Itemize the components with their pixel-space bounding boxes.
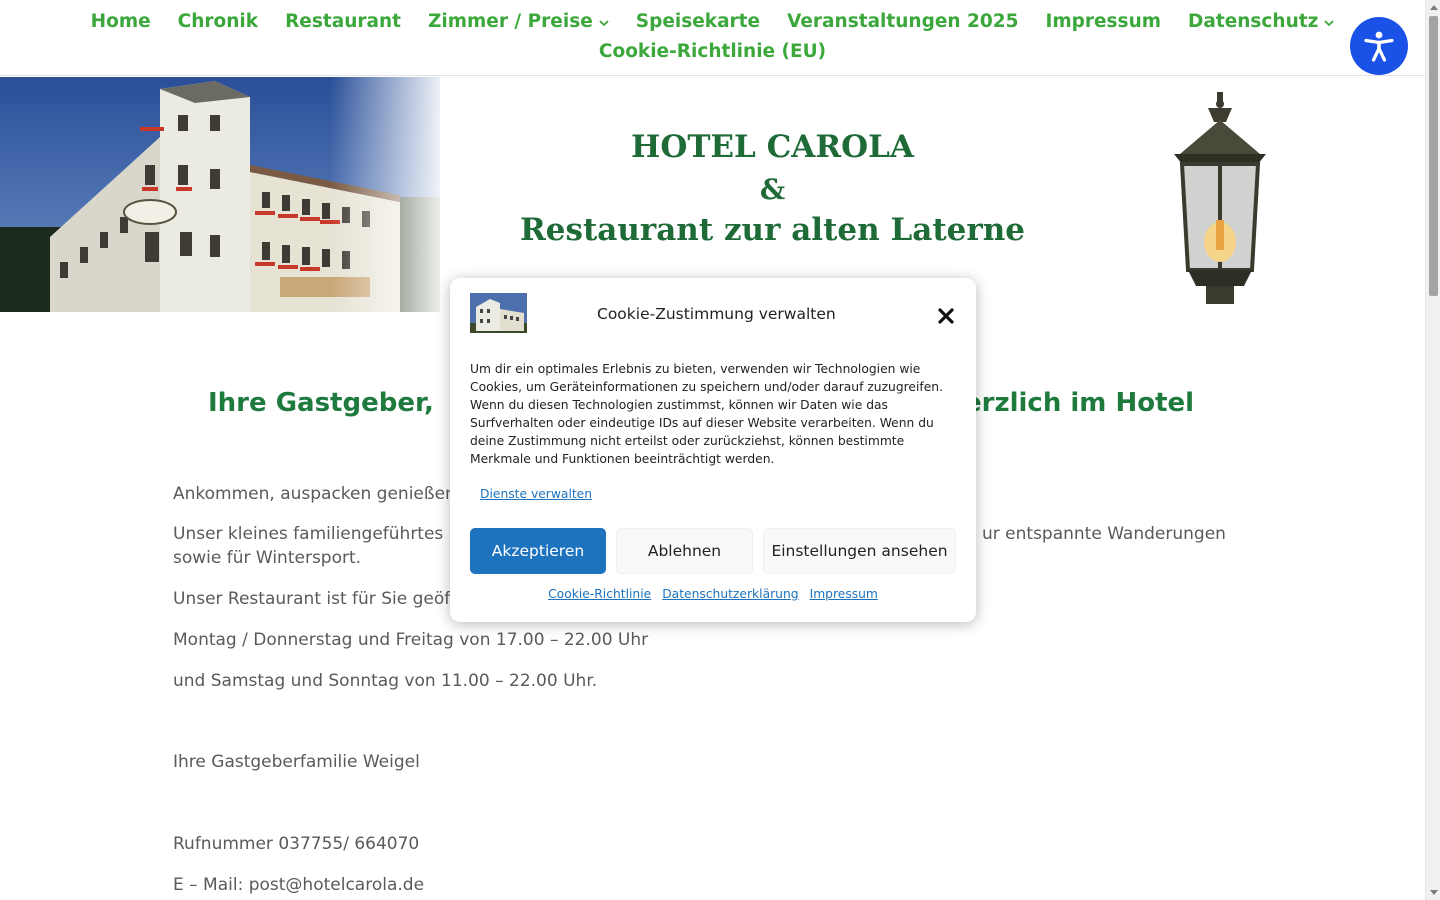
- scroll-up-arrow-icon[interactable]: [1430, 5, 1438, 10]
- imprint-link[interactable]: Impressum: [810, 587, 878, 601]
- nav-item-zimmer-preise-label: Zimmer / Preise: [428, 11, 593, 32]
- main-navigation: Home Chronik Restaurant Zimmer / Preise …: [0, 0, 1425, 76]
- nav-item-chronik[interactable]: Chronik: [178, 10, 258, 34]
- description-left: Unser kleines familiengeführtes: [173, 524, 444, 544]
- page-scrollbar[interactable]: [1425, 0, 1440, 900]
- scroll-down-arrow-icon[interactable]: [1430, 890, 1438, 895]
- nav-item-datenschutz[interactable]: Datenschutz: [1188, 10, 1334, 34]
- page-heading-left: Ihre Gastgeber,: [208, 388, 434, 418]
- manage-services-link[interactable]: Dienste verwalten: [480, 487, 592, 501]
- modal-description: Um dir ein optimales Erlebnis zu bieten,…: [470, 362, 943, 466]
- page-heading-right: erzlich im Hotel: [964, 388, 1195, 418]
- opening-hours-weekend: und Samstag und Sonntag von 11.00 – 22.0…: [173, 671, 598, 691]
- opening-hours-weekdays: Montag / Donnerstag und Freitag von 17.0…: [173, 630, 649, 650]
- deny-button[interactable]: Ablehnen: [616, 528, 753, 574]
- nav-row-secondary: Cookie-Richtlinie (EU): [0, 40, 1425, 64]
- hotel-logo-thumbnail: [470, 293, 527, 333]
- nav-row-primary: Home Chronik Restaurant Zimmer / Preise …: [0, 10, 1425, 34]
- nav-item-speisekarte[interactable]: Speisekarte: [636, 10, 760, 34]
- chevron-down-icon: [1324, 19, 1334, 26]
- cookie-policy-link[interactable]: Cookie-Richtlinie: [548, 587, 651, 601]
- nav-item-restaurant[interactable]: Restaurant: [285, 10, 401, 34]
- description-right: ur entspannte Wanderungen: [982, 524, 1226, 544]
- email-address: E – Mail: post@hotelcarola.de: [173, 875, 425, 895]
- scroll-thumb[interactable]: [1429, 16, 1438, 296]
- lantern-image: [1174, 92, 1266, 304]
- accessibility-button[interactable]: [1350, 17, 1408, 75]
- nav-item-veranstaltungen[interactable]: Veranstaltungen 2025: [787, 10, 1018, 34]
- accessibility-icon: [1364, 31, 1394, 62]
- cookie-consent-modal: Cookie-Zustimmung verwalten Um dir ein o…: [450, 278, 976, 622]
- phone-number: Rufnummer 037755/ 664070: [173, 834, 420, 854]
- nav-item-cookie-richtlinie[interactable]: Cookie-Richtlinie (EU): [599, 40, 826, 64]
- chevron-down-icon: [599, 19, 609, 26]
- nav-item-zimmer-preise[interactable]: Zimmer / Preise: [428, 10, 609, 34]
- hero-title-hotel: HOTEL CAROLA: [631, 129, 914, 165]
- hero-title-restaurant: Restaurant zur alten Laterne: [520, 212, 1025, 248]
- view-settings-button[interactable]: Einstellungen ansehen: [763, 528, 956, 574]
- privacy-policy-link[interactable]: Datenschutzerklärung: [662, 587, 798, 601]
- nav-item-home[interactable]: Home: [91, 10, 151, 34]
- nav-item-impressum[interactable]: Impressum: [1045, 10, 1161, 34]
- hero-title-ampersand: &: [759, 173, 786, 206]
- modal-footer-links: Cookie-Richtlinie Datenschutzerklärung I…: [450, 587, 976, 601]
- hero-photo-fade: [330, 77, 450, 312]
- modal-title: Cookie-Zustimmung verwalten: [597, 305, 836, 323]
- nav-item-datenschutz-label: Datenschutz: [1188, 11, 1319, 32]
- hero-banner: HOTEL CAROLA & Restaurant zur alten Late…: [0, 77, 1425, 312]
- host-signature: Ihre Gastgeberfamilie Weigel: [173, 752, 420, 772]
- close-icon[interactable]: [934, 304, 958, 328]
- accept-button[interactable]: Akzeptieren: [470, 528, 606, 574]
